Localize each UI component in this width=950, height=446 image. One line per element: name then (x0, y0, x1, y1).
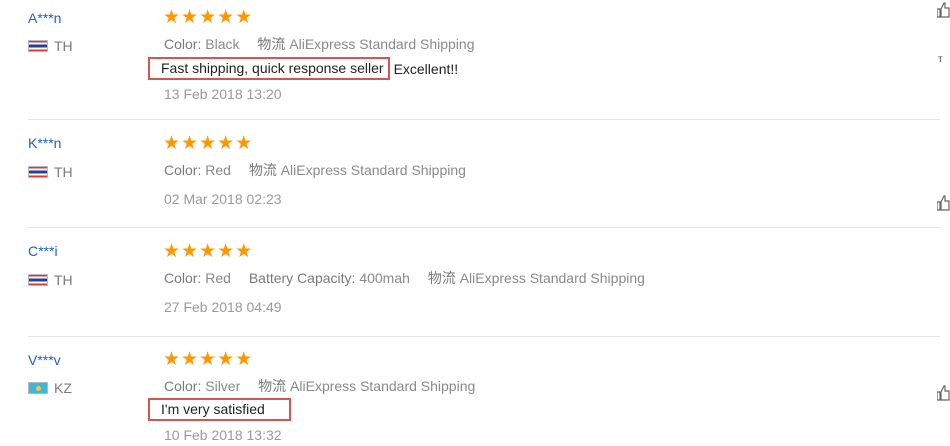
star-icon: ★ (235, 7, 253, 28)
helpful-thumbs-up-icon[interactable] (936, 385, 950, 401)
shipping-value: AliExpress Standard Shipping (280, 162, 466, 178)
star-icon: ★ (181, 241, 199, 262)
star-rating: ★ ★ ★ ★ ★ (163, 8, 252, 27)
color-value: Red (205, 270, 231, 286)
star-icon: ★ (235, 133, 253, 154)
star-icon: ★ (217, 7, 235, 28)
helpful-thumbs-up-icon[interactable] (936, 195, 950, 211)
star-icon: ★ (199, 133, 217, 154)
order-info: Color: Silver 物流 AliExpress Standard Shi… (164, 376, 475, 396)
star-rating: ★ ★ ★ ★ ★ (163, 350, 252, 369)
reviewer-country: TH (28, 38, 73, 54)
reviewer-name[interactable]: V***v (28, 352, 61, 368)
star-icon: ★ (235, 241, 253, 262)
divider (28, 227, 940, 228)
reviewer-country: TH (28, 164, 73, 180)
side-letter: т (938, 54, 943, 65)
battery-value: 400mah (359, 270, 410, 286)
reviewer-country: KZ (28, 380, 72, 396)
shipping-value: AliExpress Standard Shipping (289, 36, 475, 52)
color-label: Color: (164, 36, 202, 52)
star-icon: ★ (199, 7, 217, 28)
shipping-label: 物流 (258, 378, 287, 394)
reviewer-name[interactable]: K***n (28, 135, 61, 151)
shipping-label: 物流 (257, 36, 286, 52)
star-icon: ★ (181, 7, 199, 28)
highlighted-feedback: Fast shipping, quick response seller (148, 57, 390, 80)
shipping-label: 物流 (427, 270, 456, 286)
order-info: Color: Red 物流 AliExpress Standard Shippi… (164, 160, 466, 180)
review-date: 02 Mar 2018 02:23 (164, 191, 282, 207)
star-icon: ★ (163, 349, 181, 370)
shipping-value: AliExpress Standard Shipping (459, 270, 645, 286)
thailand-flag-icon (28, 274, 48, 286)
thailand-flag-icon (28, 166, 48, 178)
star-icon: ★ (163, 7, 181, 28)
kazakhstan-flag-icon (28, 382, 48, 394)
star-icon: ★ (181, 133, 199, 154)
country-code: TH (54, 38, 73, 54)
color-label: Color: (164, 270, 202, 286)
color-label: Color: (164, 378, 202, 394)
divider (28, 336, 940, 337)
country-code: KZ (54, 380, 72, 396)
battery-label: Battery Capacity: (248, 270, 356, 286)
review-date: 27 Feb 2018 04:49 (164, 299, 282, 315)
feedback-extra: Excellent!! (393, 60, 459, 77)
highlighted-feedback: I'm very satisfied (148, 398, 291, 421)
star-icon: ★ (217, 349, 235, 370)
color-value: Silver (205, 378, 241, 394)
star-icon: ★ (163, 241, 181, 262)
shipping-label: 物流 (248, 162, 277, 178)
color-label: Color: (164, 162, 202, 178)
order-info: Color: Red Battery Capacity: 400mah 物流 A… (164, 268, 645, 288)
reviewer-country: TH (28, 272, 73, 288)
star-rating: ★ ★ ★ ★ ★ (163, 134, 252, 153)
thailand-flag-icon (28, 40, 48, 52)
star-rating: ★ ★ ★ ★ ★ (163, 242, 252, 261)
color-value: Red (205, 162, 231, 178)
reviewer-name[interactable]: C***i (28, 243, 58, 259)
star-icon: ★ (217, 241, 235, 262)
divider (28, 119, 940, 120)
helpful-thumbs-up-icon[interactable] (936, 2, 950, 18)
review-text: I'm very satisfied (148, 398, 291, 421)
review-date: 10 Feb 2018 13:32 (164, 427, 282, 443)
review-text: Fast shipping, quick response seller Exc… (148, 57, 458, 80)
review-date: 13 Feb 2018 13:20 (164, 86, 282, 102)
country-code: TH (54, 164, 73, 180)
country-code: TH (54, 272, 73, 288)
star-icon: ★ (199, 349, 217, 370)
star-icon: ★ (199, 241, 217, 262)
star-icon: ★ (181, 349, 199, 370)
shipping-value: AliExpress Standard Shipping (290, 378, 476, 394)
star-icon: ★ (217, 133, 235, 154)
color-value: Black (205, 36, 240, 52)
star-icon: ★ (235, 349, 253, 370)
star-icon: ★ (163, 133, 181, 154)
reviewer-name[interactable]: A***n (28, 10, 61, 26)
order-info: Color: Black 物流 AliExpress Standard Ship… (164, 34, 475, 54)
